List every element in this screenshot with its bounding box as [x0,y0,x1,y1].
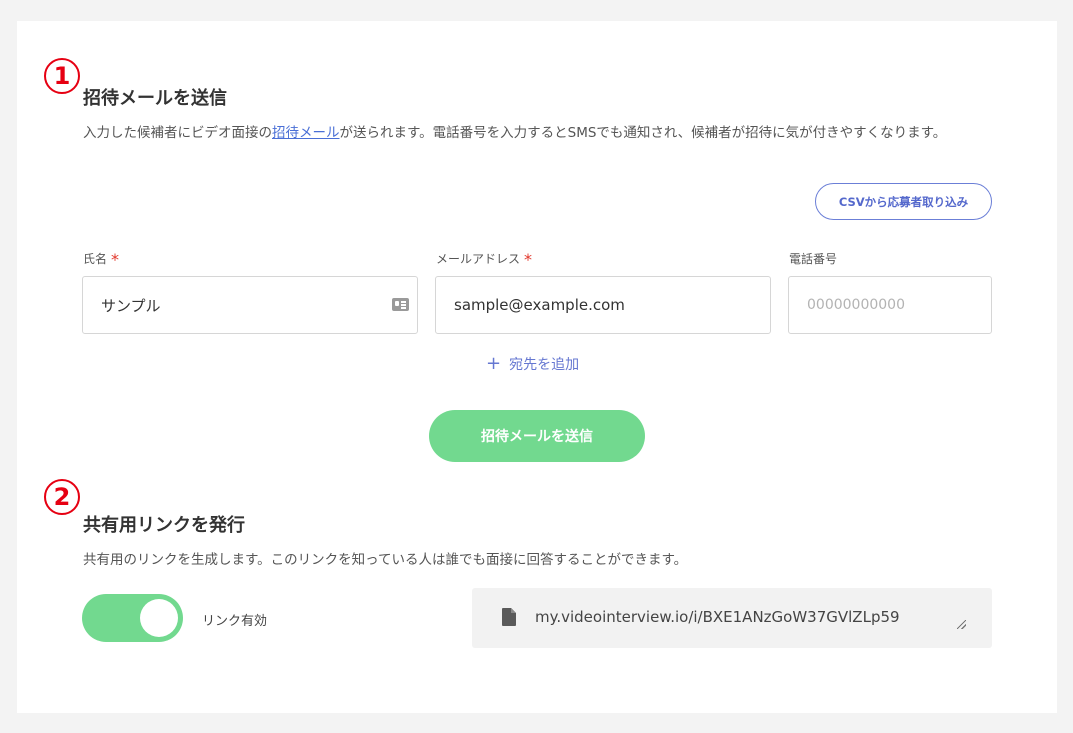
contact-card-icon [392,298,409,311]
name-input[interactable]: サンプル [82,276,418,334]
phone-input-placeholder: 00000000000 [807,297,905,313]
phone-input[interactable]: 00000000000 [788,276,992,334]
share-link-field[interactable]: my.videointerview.io/i/BXE1ANzGoW37GVlZL… [472,588,992,648]
annotation-number: 1 [53,62,71,90]
required-mark: * [111,250,120,269]
email-label: メールアドレス * [436,250,532,269]
invite-description: 入力した候補者にビデオ面接の招待メールが送られます。電話番号を入力するとSMSで… [83,122,995,144]
phone-label: 電話番号 [789,250,837,267]
send-invite-button[interactable]: 招待メールを送信 [429,410,645,462]
phone-label-text: 電話番号 [789,252,838,266]
name-label: 氏名 * [83,250,119,269]
name-label-text: 氏名 [83,252,108,266]
share-description: 共有用のリンクを生成します。このリンクを知っている人は誰でも面接に回答することが… [83,552,688,568]
annotation-marker-1: 1 [44,58,80,94]
invite-email-link[interactable]: 招待メール [272,125,340,141]
email-label-text: メールアドレス [436,252,521,266]
link-enabled-label: リンク有効 [202,614,268,629]
link-enabled-toggle[interactable] [82,594,183,642]
required-mark: * [524,250,533,269]
invite-section-title: 招待メールを送信 [83,88,227,109]
share-section-title: 共有用リンクを発行 [83,515,245,536]
plus-icon: + [486,353,502,374]
document-icon [502,608,516,626]
invite-description-text-2: が送られます。電話番号を入力するとSMSでも通知され、候補者が招待に気が付きやす… [339,125,947,141]
resize-handle-icon[interactable] [957,620,966,629]
toggle-knob [140,599,178,637]
csv-import-button[interactable]: CSVから応募者取り込み [815,183,992,220]
name-input-value: サンプル [101,296,161,315]
annotation-marker-2: 2 [44,479,80,515]
share-link-text: my.videointerview.io/i/BXE1ANzGoW37GVlZL… [535,608,900,626]
add-recipient-label: 宛先を追加 [509,357,580,373]
email-input[interactable]: sample@example.com [435,276,771,334]
add-recipient-button[interactable]: + 宛先を追加 [486,353,579,375]
invite-description-text: 入力した候補者にビデオ面接の [83,125,272,141]
email-input-value: sample@example.com [454,296,625,314]
annotation-number: 2 [53,483,71,511]
